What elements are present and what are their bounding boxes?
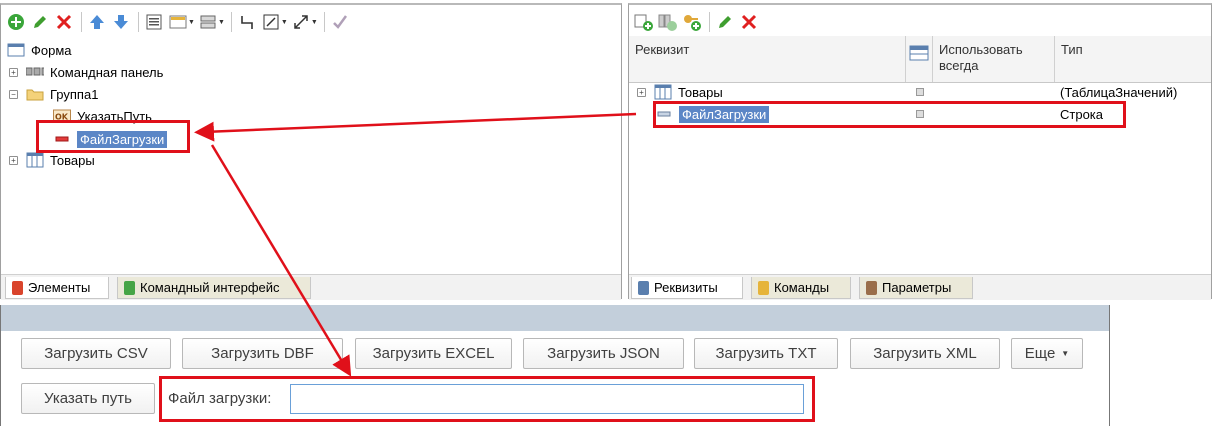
annotation-arrow-down [210, 144, 352, 377]
annotation-arrows [194, 112, 637, 377]
annotation-arrow-left [194, 112, 637, 142]
